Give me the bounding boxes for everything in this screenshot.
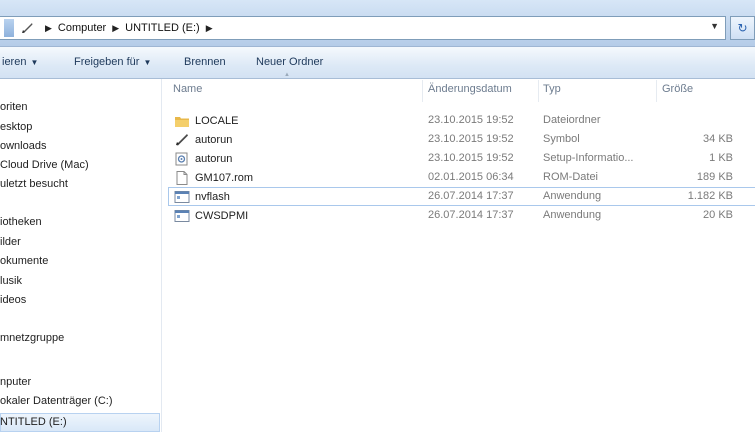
file-row[interactable]: LOCALE 23.10.2015 19:52 Dateiordner xyxy=(168,111,755,130)
file-size: 189 KB xyxy=(696,171,733,183)
file-type: Anwendung xyxy=(543,209,602,221)
nav-item-libraries[interactable]: iotheken xyxy=(0,216,42,228)
chevron-right-icon[interactable]: ▶ xyxy=(112,23,119,34)
column-header-date[interactable]: Änderungsdatum xyxy=(428,83,512,95)
file-name: GM107.rom xyxy=(195,172,254,184)
file-type: Dateiordner xyxy=(543,114,601,126)
nav-item-favorites[interactable]: oriten xyxy=(0,101,28,113)
nav-item-downloads[interactable]: ownloads xyxy=(0,140,46,152)
nav-item-homegroup[interactable]: mnetzgruppe xyxy=(0,332,64,344)
file-size: 34 KB xyxy=(703,133,733,145)
file-row[interactable]: GM107.rom 02.01.2015 06:34 ROM-Datei 189… xyxy=(168,168,755,187)
chevron-right-icon[interactable]: ▶ xyxy=(206,23,213,34)
address-bar[interactable]: ▶ Computer ▶ UNTITLED (E:) ▶ ▼ xyxy=(0,16,726,40)
drive-icon xyxy=(20,21,34,35)
nav-item-recent[interactable]: uletzt besucht xyxy=(0,178,68,190)
folder-icon xyxy=(174,114,190,128)
chevron-down-icon: ▼ xyxy=(143,58,152,67)
file-name-cell[interactable]: nvflash xyxy=(174,190,230,204)
file-row-selected[interactable]: nvflash 26.07.2014 17:37 Anwendung 1.182… xyxy=(168,187,755,206)
organize-label: ieren xyxy=(2,56,27,68)
column-header-type[interactable]: Typ xyxy=(543,83,561,95)
column-header-name[interactable]: Name xyxy=(173,83,202,95)
nav-item-computer[interactable]: nputer xyxy=(0,376,31,388)
file-row[interactable]: CWSDPMI 26.07.2014 17:37 Anwendung 20 KB xyxy=(168,206,755,225)
nav-item-local-disk-c[interactable]: okaler Datenträger (C:) xyxy=(0,395,113,407)
refresh-icon: ↻ xyxy=(737,21,748,35)
file-name: CWSDPMI xyxy=(195,210,249,222)
file-name-cell[interactable]: autorun xyxy=(174,152,232,166)
organize-button[interactable]: ieren ▼ xyxy=(2,56,38,68)
file-date: 23.10.2015 19:52 xyxy=(428,152,514,164)
back-forward-edge[interactable] xyxy=(4,19,14,37)
refresh-button[interactable]: ↻ xyxy=(730,16,755,40)
file-name-cell[interactable]: LOCALE xyxy=(174,114,238,128)
application-icon xyxy=(174,209,190,223)
column-divider[interactable] xyxy=(422,80,423,102)
chevron-down-icon[interactable]: ▼ xyxy=(710,21,719,31)
file-name: LOCALE xyxy=(195,115,239,127)
file-date: 02.01.2015 06:34 xyxy=(428,171,514,183)
share-button[interactable]: Freigeben für ▼ xyxy=(74,56,151,68)
file-size: 20 KB xyxy=(703,209,733,221)
nav-item-untitled-e[interactable]: NTITLED (E:) xyxy=(0,416,67,428)
file-name-cell[interactable]: GM107.rom xyxy=(174,171,253,185)
file-size: 1.182 KB xyxy=(687,190,733,202)
file-row[interactable]: autorun 23.10.2015 19:52 Symbol 34 KB xyxy=(168,130,755,149)
column-divider[interactable] xyxy=(538,80,539,102)
file-row[interactable]: autorun 23.10.2015 19:52 Setup-Informati… xyxy=(168,149,755,168)
file-name: nvflash xyxy=(195,191,230,203)
file-date: 26.07.2014 17:37 xyxy=(428,190,514,202)
file-name-cell[interactable]: CWSDPMI xyxy=(174,209,248,223)
address-strip: ▶ Computer ▶ UNTITLED (E:) ▶ ▼ ↻ xyxy=(0,0,755,47)
breadcrumb-drive[interactable]: UNTITLED (E:) xyxy=(125,22,200,34)
sort-arrow-icon: ▲ xyxy=(284,72,290,78)
burn-button[interactable]: Brennen xyxy=(184,56,226,68)
chevron-right-icon[interactable]: ▶ xyxy=(45,23,52,34)
file-name-cell[interactable]: autorun xyxy=(174,133,232,147)
new-folder-button[interactable]: Neuer Ordner xyxy=(256,56,323,68)
file-type: Anwendung xyxy=(543,190,602,202)
file-name: autorun xyxy=(195,153,233,165)
application-icon xyxy=(174,190,190,204)
navigation-pane: oriten esktop ownloads Cloud Drive (Mac)… xyxy=(0,79,162,432)
file-date: 23.10.2015 19:52 xyxy=(428,114,514,126)
file-name: autorun xyxy=(195,134,233,146)
nav-item-icloud-drive[interactable]: Cloud Drive (Mac) xyxy=(0,159,89,171)
file-size: 1 KB xyxy=(709,152,733,164)
setup-info-icon xyxy=(174,152,190,166)
pen-shortcut-icon xyxy=(174,133,190,147)
document-icon xyxy=(174,171,190,185)
nav-item-documents[interactable]: okumente xyxy=(0,255,48,267)
breadcrumb-computer[interactable]: Computer xyxy=(58,22,106,34)
nav-item-desktop[interactable]: esktop xyxy=(0,121,32,133)
column-header-size[interactable]: Größe xyxy=(662,83,693,95)
nav-item-music[interactable]: lusik xyxy=(0,275,22,287)
file-type: Symbol xyxy=(543,133,580,145)
chevron-down-icon: ▼ xyxy=(30,58,39,67)
command-bar: ieren ▼ Freigeben für ▼ Brennen Neuer Ordn… xyxy=(0,47,755,79)
file-type: ROM-Datei xyxy=(543,171,599,183)
column-divider[interactable] xyxy=(656,80,657,102)
share-label: Freigeben für xyxy=(74,56,140,68)
nav-item-pictures[interactable]: ilder xyxy=(0,236,21,248)
file-date: 26.07.2014 17:37 xyxy=(428,209,514,221)
nav-item-videos[interactable]: ideos xyxy=(0,294,26,306)
file-date: 23.10.2015 19:52 xyxy=(428,133,514,145)
file-type: Setup-Informatio... xyxy=(543,152,634,164)
